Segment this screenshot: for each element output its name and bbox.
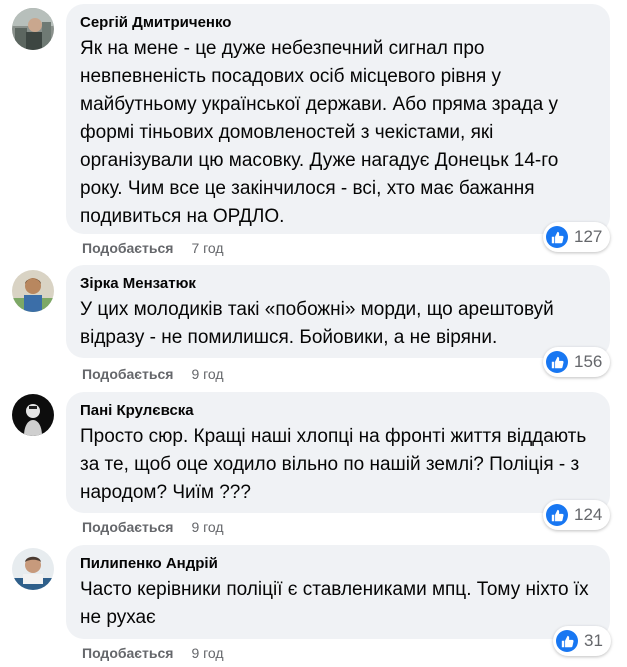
comment-bubble: Зірка Мензатюк У цих молодиків такі «поб… — [66, 265, 610, 358]
avatar-photo-icon — [12, 548, 54, 590]
thumbs-up-icon — [546, 504, 568, 526]
thumbs-up-icon — [546, 226, 568, 248]
comment-actions: Подобається 9 год — [82, 644, 224, 662]
reaction-summary[interactable]: 156 — [543, 347, 611, 377]
reaction-summary[interactable]: 127 — [543, 222, 611, 252]
comment-actions: Подобається 9 год — [82, 518, 224, 536]
reaction-summary[interactable]: 31 — [553, 626, 611, 656]
comment-author[interactable]: Пані Крулєвска — [80, 401, 596, 421]
avatar-photo-icon — [12, 394, 54, 436]
comment-author[interactable]: Зірка Мензатюк — [80, 274, 596, 294]
avatar[interactable] — [12, 548, 54, 590]
reaction-count: 124 — [574, 505, 603, 524]
thumbs-up-icon — [546, 351, 568, 373]
comment-bubble: Сергій Дмитриченко Як на мене - це дуже … — [66, 4, 610, 234]
comment-author[interactable]: Сергій Дмитриченко — [80, 13, 596, 33]
comment-text: У цих молодиків такі «побожні» морди, що… — [80, 299, 554, 348]
comment-bubble: Пані Крулєвска Просто сюр. Кращі наші хл… — [66, 392, 610, 513]
like-button[interactable]: Подобається — [82, 240, 173, 256]
like-button[interactable]: Подобається — [82, 519, 173, 535]
avatar-photo-icon — [12, 270, 54, 312]
comment-text: Часто керівники поліції є ставлениками м… — [80, 579, 589, 628]
comment-timestamp[interactable]: 9 год — [191, 519, 223, 535]
like-button[interactable]: Подобається — [82, 366, 173, 382]
avatar[interactable] — [12, 8, 54, 50]
comment-text: Як на мене - це дуже небезпечний сигнал … — [80, 38, 559, 227]
comment-timestamp[interactable]: 9 год — [191, 366, 223, 382]
comment-text: Просто сюр. Кращі наші хлопці на фронті … — [80, 426, 587, 503]
comment-timestamp[interactable]: 7 год — [191, 240, 223, 256]
comment-actions: Подобається 9 год — [82, 365, 224, 383]
reaction-count: 31 — [584, 631, 603, 650]
comment-bubble: Пилипенко Андрій Часто керівники поліції… — [66, 545, 610, 639]
comment-author[interactable]: Пилипенко Андрій — [80, 554, 596, 574]
comment-timestamp[interactable]: 9 год — [191, 645, 223, 661]
like-button[interactable]: Подобається — [82, 645, 173, 661]
comment-actions: Подобається 7 год — [82, 239, 224, 257]
reaction-count: 127 — [574, 227, 603, 246]
avatar[interactable] — [12, 270, 54, 312]
reaction-count: 156 — [574, 352, 603, 371]
avatar-photo-icon — [12, 8, 54, 50]
thumbs-up-icon — [556, 630, 578, 652]
reaction-summary[interactable]: 124 — [543, 500, 611, 530]
avatar[interactable] — [12, 394, 54, 436]
